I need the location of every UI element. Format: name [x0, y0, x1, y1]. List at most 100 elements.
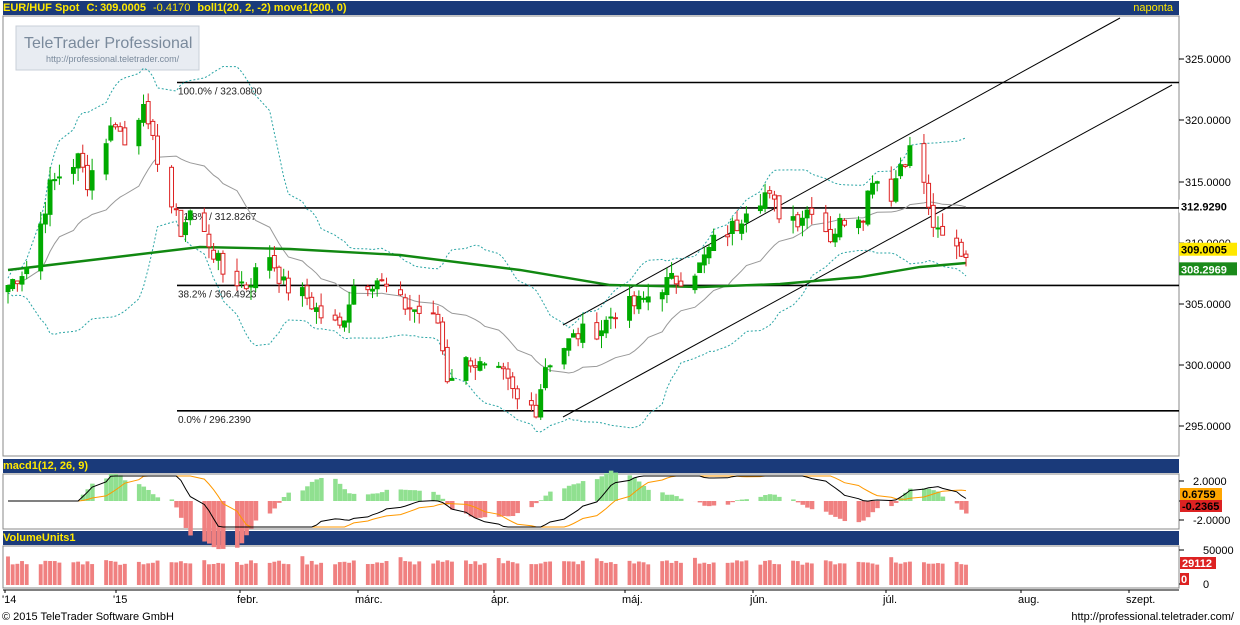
- volume-bar: [412, 564, 417, 585]
- candle-body: [351, 285, 357, 305]
- macd-histogram-bar: [529, 501, 534, 508]
- price-plot: 100.0% / 323.080061.8% / 312.826738.2% /…: [5, 17, 1179, 433]
- macd-histogram-bar: [244, 501, 249, 536]
- volume-bar: [674, 560, 679, 585]
- macd-histogram-bar: [664, 494, 670, 501]
- macd-histogram-bar: [435, 494, 441, 501]
- candle-body: [828, 228, 833, 243]
- volume-bar: [207, 564, 211, 585]
- volume-bar: [48, 561, 53, 585]
- volume-axis-label: 0: [1203, 579, 1209, 591]
- macd-histogram-bar: [800, 501, 805, 505]
- candle-body: [767, 190, 773, 194]
- candle-body: [201, 212, 207, 232]
- macd-histogram-bar: [739, 499, 745, 501]
- macd-histogram-bar: [370, 493, 376, 501]
- macd-histogram-bar: [174, 501, 179, 508]
- volume-bar: [468, 563, 473, 585]
- macd-histogram-bar: [506, 501, 511, 517]
- candle-body: [902, 164, 908, 167]
- candle-body: [571, 333, 576, 338]
- candle-body: [608, 316, 614, 319]
- macd-histogram-bar: [730, 501, 735, 503]
- candle-body: [561, 348, 567, 365]
- candle-body: [398, 289, 403, 296]
- candle-body: [285, 277, 291, 294]
- macd-histogram-bar: [482, 501, 488, 518]
- macd-histogram-bar: [636, 481, 642, 501]
- candle-body: [299, 287, 305, 297]
- candle-body: [42, 213, 48, 225]
- macd-histogram-bar: [347, 493, 352, 501]
- volume-bar: [893, 562, 898, 585]
- volume-bar: [907, 561, 912, 585]
- price-value-label: 312.9290: [1181, 202, 1227, 214]
- candle-body: [89, 170, 95, 191]
- time-axis-label: '15: [113, 594, 127, 606]
- volume-bar: [188, 563, 193, 585]
- macd-histogram-bar: [856, 501, 862, 523]
- volume-bar: [347, 562, 352, 585]
- volume-bar: [613, 563, 618, 585]
- volume-bar: [758, 564, 763, 585]
- candle-body: [463, 357, 469, 381]
- candle-body: [267, 257, 273, 271]
- candle-body: [697, 262, 703, 274]
- macd-histogram-bar: [407, 490, 413, 501]
- candle-body: [542, 367, 548, 389]
- volume-bar: [730, 562, 735, 585]
- candle-body: [613, 317, 618, 320]
- volume-bar: [464, 560, 468, 585]
- candle-body: [370, 288, 375, 292]
- candle-body: [771, 194, 777, 200]
- volume-bar: [108, 560, 113, 585]
- candle-body: [150, 120, 156, 136]
- volume-bar: [828, 561, 833, 585]
- macd-histogram-bar: [548, 491, 553, 501]
- candle-body: [603, 319, 609, 334]
- candle-body: [220, 252, 226, 275]
- macd-histogram-bar: [155, 497, 161, 501]
- volume-bar: [735, 560, 739, 585]
- volume-bar: [370, 563, 375, 585]
- macd-histogram-bar: [964, 501, 969, 514]
- macd-histogram-bar: [473, 501, 478, 519]
- volume-bar: [580, 560, 585, 585]
- candle-body: [318, 305, 324, 319]
- macd-value-label: -0.2365: [1182, 501, 1219, 513]
- volume-bar: [678, 562, 683, 585]
- macd-histogram-bar: [744, 499, 749, 501]
- volume-bar: [43, 560, 48, 585]
- volume-bar: [534, 564, 539, 585]
- candle-body: [907, 145, 913, 166]
- macd-histogram-bar: [398, 489, 404, 501]
- macd-histogram-bar: [417, 490, 422, 501]
- volume-bar: [183, 563, 188, 585]
- macd-value-label: 0.6759: [1182, 489, 1216, 501]
- macd-histogram-bar: [791, 499, 796, 501]
- volume-bar: [174, 562, 179, 585]
- price-axis-label: 315.0000: [1185, 177, 1231, 189]
- volume-bar: [739, 561, 744, 585]
- footer-url[interactable]: http://professional.teletrader.com/: [1071, 611, 1234, 623]
- volume-bar: [636, 561, 641, 585]
- volume-bar: [936, 563, 940, 585]
- chart-canvas[interactable]: TeleTrader Professional http://professio…: [0, 0, 1240, 625]
- volume-bar: [375, 562, 380, 585]
- macd-histogram-bar: [538, 500, 544, 501]
- macd-histogram-bar: [249, 501, 254, 529]
- price-axis-label: 300.0000: [1185, 360, 1231, 372]
- macd-histogram-bar: [580, 481, 586, 501]
- volume-bar: [216, 562, 221, 585]
- candle-body: [514, 388, 520, 400]
- macd-histogram-bar: [136, 484, 142, 501]
- volume-bar: [664, 560, 669, 585]
- volume-value-label: 0: [1181, 574, 1187, 586]
- candle-body: [809, 207, 815, 215]
- macd-histogram-bar: [837, 501, 843, 519]
- candle-body: [342, 320, 347, 328]
- volume-bar: [305, 564, 310, 585]
- candle-body: [874, 181, 880, 184]
- macd-histogram-bar: [534, 501, 539, 504]
- candle-body: [430, 312, 436, 315]
